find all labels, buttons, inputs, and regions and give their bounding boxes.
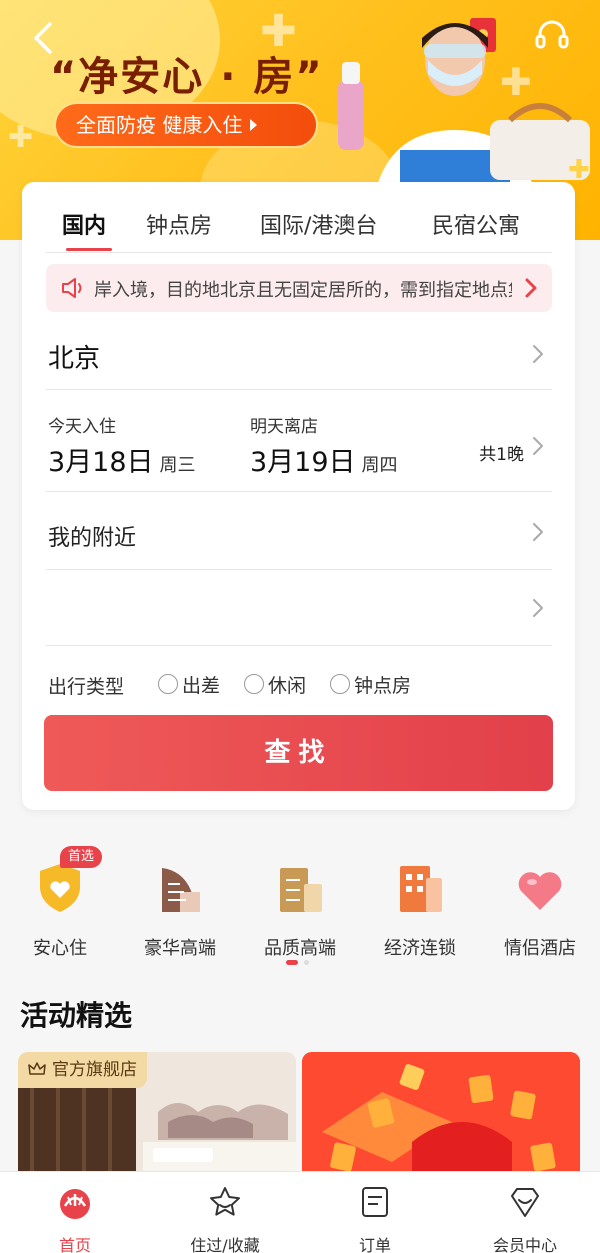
tab-domestic[interactable]: 国内	[62, 208, 106, 240]
play-arrow-icon	[250, 119, 258, 131]
notice-text: 岸入境，目的地北京且无固定居所的，需到指定地点集中隔离	[94, 280, 512, 301]
radio-circle	[244, 674, 264, 694]
red-packet-illustration	[302, 1052, 580, 1182]
destination-row[interactable]: 北京	[46, 316, 552, 390]
flagship-store-tag: 官方旗舰店	[18, 1052, 147, 1088]
destination-city: 北京	[48, 344, 101, 374]
radio-label: 钟点房	[354, 674, 412, 697]
category-label: 品质高端	[264, 938, 336, 959]
nav-label: 订单	[358, 1236, 391, 1253]
category-couple[interactable]: 情侣酒店	[480, 846, 600, 960]
category-label: 豪华高端	[144, 938, 216, 959]
category-quality[interactable]: 品质高端	[240, 846, 360, 960]
chevron-right-icon	[533, 523, 543, 541]
promo-card-flagship[interactable]: 官方旗舰店	[18, 1052, 296, 1182]
preferred-badge: 首选	[60, 846, 103, 868]
trip-type-leisure-radio[interactable]: 休闲	[244, 670, 306, 698]
order-icon	[362, 1187, 388, 1217]
nav-member-center[interactable]: 会员中心	[450, 1180, 600, 1253]
checkin-label: 今天入住	[48, 417, 116, 437]
divider	[46, 645, 552, 646]
category-label: 情侣酒店	[504, 938, 576, 959]
radio-label: 休闲	[268, 674, 307, 697]
section-title: 活动精选	[20, 999, 133, 1032]
chevron-right-icon	[533, 437, 543, 455]
category-safe-stay[interactable]: 安心住 首选	[0, 846, 120, 960]
banner-slogan: “净安心 · 房”	[50, 54, 324, 100]
nav-home[interactable]: 首页	[0, 1180, 150, 1253]
radio-circle	[330, 674, 350, 694]
budget-building-icon	[400, 866, 442, 912]
nav-label: 首页	[58, 1236, 91, 1253]
checkout-date-value: 3月19日	[250, 447, 356, 478]
search-button[interactable]: 查找	[44, 715, 553, 791]
page-dot	[304, 960, 309, 965]
home-icon	[60, 1189, 90, 1219]
booking-card: 国内 钟点房 国际/港澳台 民宿公寓 岸入境，目的地北京且无固定居所的，需到指定…	[22, 182, 575, 810]
banner-cta-label: 全面防疫 健康入住	[76, 113, 243, 137]
trip-type-label: 出行类型	[48, 676, 125, 698]
divider	[46, 252, 552, 253]
checkin-date[interactable]: 3月18日 周三	[48, 440, 196, 479]
luxury-building-icon	[162, 868, 200, 912]
chevron-right-icon	[533, 599, 543, 617]
chevron-right-icon	[533, 345, 543, 363]
checkout-label: 明天离店	[250, 417, 318, 437]
active-tab-indicator	[66, 248, 112, 251]
svg-text:✚: ✚	[568, 155, 590, 185]
tab-international[interactable]: 国际/港澳台	[260, 208, 377, 240]
speaker-icon	[62, 278, 82, 298]
radio-circle	[158, 674, 178, 694]
date-row[interactable]: 今天入住 3月18日 周三 明天离店 3月19日 周四 共1晚	[46, 390, 552, 492]
hotel-home-page: ✚ ✚ ✚ “净安心 · 房” 全面防疫 健康入住 ✚ 国内 钟点房 国际/港澳…	[0, 0, 600, 1253]
epidemic-notice-bar[interactable]: 岸入境，目的地北京且无固定居所的，需到指定地点集中隔离	[46, 264, 552, 312]
category-budget[interactable]: 经济连锁	[360, 846, 480, 960]
heart-icon	[518, 872, 562, 910]
trip-type-selector: 出行类型 出差 休闲 钟点房	[48, 670, 554, 700]
bottom-navigation: 首页 住过/收藏 订单 会员中心	[0, 1171, 600, 1253]
plus-decoration-icon: ✚	[8, 120, 34, 155]
radio-label: 出差	[182, 674, 221, 697]
checkin-weekday: 周三	[159, 455, 196, 476]
tab-hourly[interactable]: 钟点房	[146, 208, 212, 240]
flagship-label: 官方旗舰店	[52, 1060, 137, 1080]
search-tabs: 国内 钟点房 国际/港澳台 民宿公寓	[22, 182, 575, 253]
nearby-row[interactable]: 我的附近	[46, 492, 552, 570]
trip-type-business-radio[interactable]: 出差	[158, 670, 220, 698]
nav-history-favorites[interactable]: 住过/收藏	[150, 1180, 300, 1253]
keyword-row[interactable]	[46, 570, 552, 646]
trip-type-hourly-radio[interactable]: 钟点房	[330, 670, 411, 698]
star-icon	[210, 1187, 240, 1216]
category-luxury[interactable]: 豪华高端	[120, 846, 240, 960]
member-icon	[511, 1188, 539, 1217]
quality-building-icon	[280, 868, 322, 912]
nav-orders[interactable]: 订单	[300, 1180, 450, 1253]
checkin-date-value: 3月18日	[48, 447, 154, 478]
tab-homestay[interactable]: 民宿公寓	[432, 208, 520, 240]
banner-cta-button[interactable]: 全面防疫 健康入住	[54, 102, 318, 148]
nav-label: 会员中心	[492, 1236, 557, 1253]
nav-label: 住过/收藏	[190, 1236, 260, 1253]
category-label: 经济连锁	[384, 938, 456, 959]
nearby-label: 我的附近	[48, 526, 137, 551]
promo-card-red-packet[interactable]	[302, 1052, 580, 1182]
crown-icon	[28, 1062, 46, 1075]
chevron-right-icon	[525, 278, 537, 298]
checkout-weekday: 周四	[361, 455, 398, 476]
hotel-category-grid: 安心住 首选 豪华高端 品质高端 经济连锁 情侣酒店	[0, 846, 600, 959]
page-indicator	[286, 960, 316, 966]
category-label: 安心住	[33, 938, 87, 959]
nights-count: 共1晚	[479, 445, 524, 465]
checkout-date[interactable]: 3月19日 周四	[250, 440, 398, 479]
page-dot-active	[286, 960, 298, 965]
